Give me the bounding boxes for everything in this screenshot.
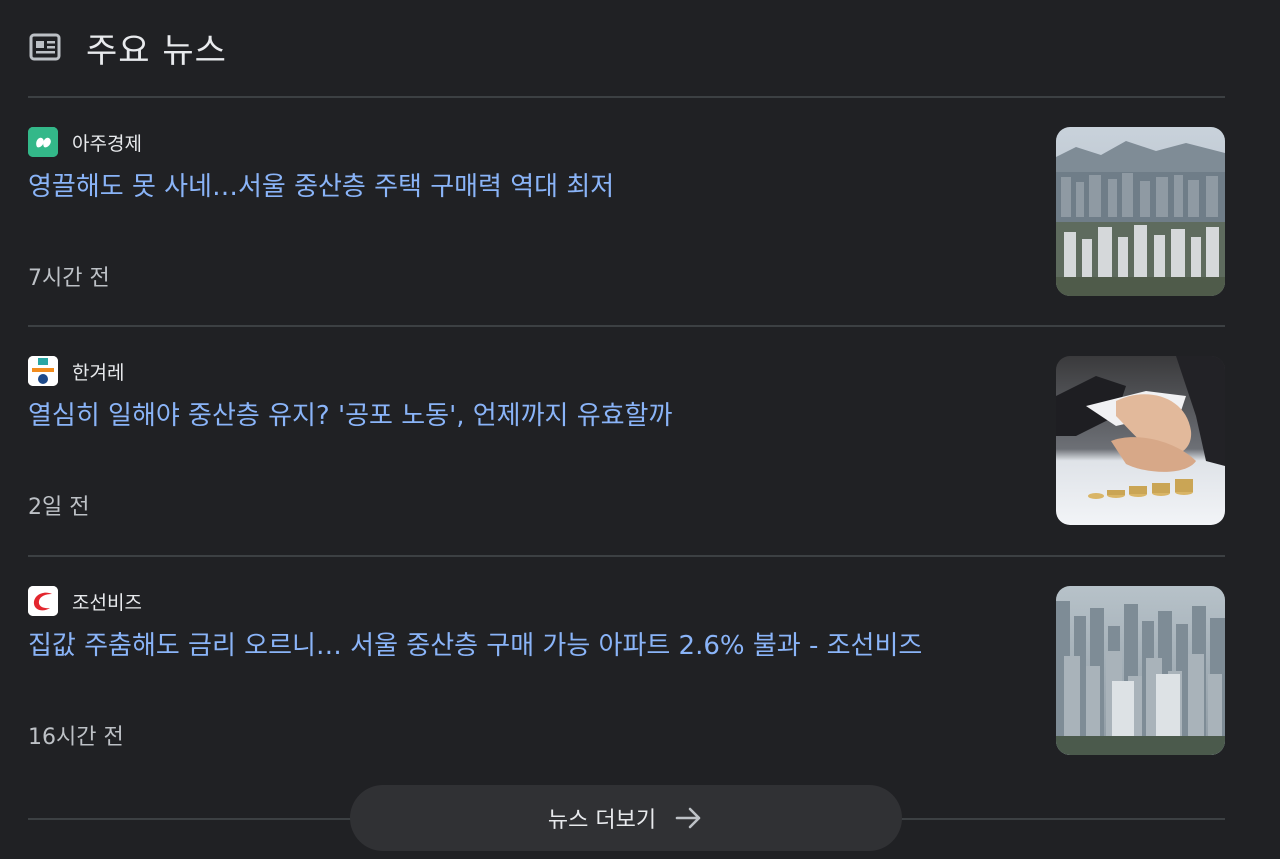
ajunews-logo xyxy=(28,127,58,157)
more-news-label: 뉴스 더보기 xyxy=(547,808,657,833)
top-news-panel: 주요 뉴스 아주경제 영끌해도 못 사네…서울 중산층 주택 구매력 역대 최저… xyxy=(0,0,1280,859)
news-article-3[interactable]: 조선비즈 집값 주춤해도 금리 오르니… 서울 중산층 구매 가능 아파트 2.… xyxy=(28,586,1225,815)
arrow-right-icon xyxy=(674,803,704,833)
chosunbiz-logo xyxy=(28,586,58,616)
divider xyxy=(28,555,1225,557)
news-article-2[interactable]: 한겨레 열심히 일해야 중산층 유지? '공포 노동', 언제까지 유효할까 2… xyxy=(28,356,1225,585)
article-headline[interactable]: 영끌해도 못 사네…서울 중산층 주택 구매력 역대 최저 xyxy=(28,169,614,205)
article-headline[interactable]: 집값 주춤해도 금리 오르니… 서울 중산층 구매 가능 아파트 2.6% 불과… xyxy=(28,628,922,664)
more-news-button[interactable]: 뉴스 더보기 xyxy=(350,785,902,851)
article-source: 한겨레 xyxy=(28,356,124,386)
article-time: 16시간 전 xyxy=(28,725,124,750)
apartment-towers-image[interactable] xyxy=(1056,586,1225,755)
source-name: 조선비즈 xyxy=(72,591,142,614)
article-time: 7시간 전 xyxy=(28,266,110,291)
article-headline[interactable]: 열심히 일해야 중산층 유지? '공포 노동', 언제까지 유효할까 xyxy=(28,398,672,434)
divider xyxy=(28,325,1225,327)
divider xyxy=(28,96,1225,98)
news-article-1[interactable]: 아주경제 영끌해도 못 사네…서울 중산층 주택 구매력 역대 최저 7시간 전 xyxy=(28,127,1225,356)
section-title: 주요 뉴스 xyxy=(86,30,227,71)
source-name: 아주경제 xyxy=(72,132,142,155)
article-source: 조선비즈 xyxy=(28,586,142,616)
hani-logo xyxy=(28,356,58,386)
article-source: 아주경제 xyxy=(28,127,142,157)
newspaper-icon xyxy=(28,30,62,64)
city-skyline-image[interactable] xyxy=(1056,127,1225,296)
source-name: 한겨레 xyxy=(72,361,125,384)
hand-stacking-coins-image[interactable] xyxy=(1056,356,1225,525)
article-time: 2일 전 xyxy=(28,495,90,520)
section-header: 주요 뉴스 xyxy=(28,22,227,72)
